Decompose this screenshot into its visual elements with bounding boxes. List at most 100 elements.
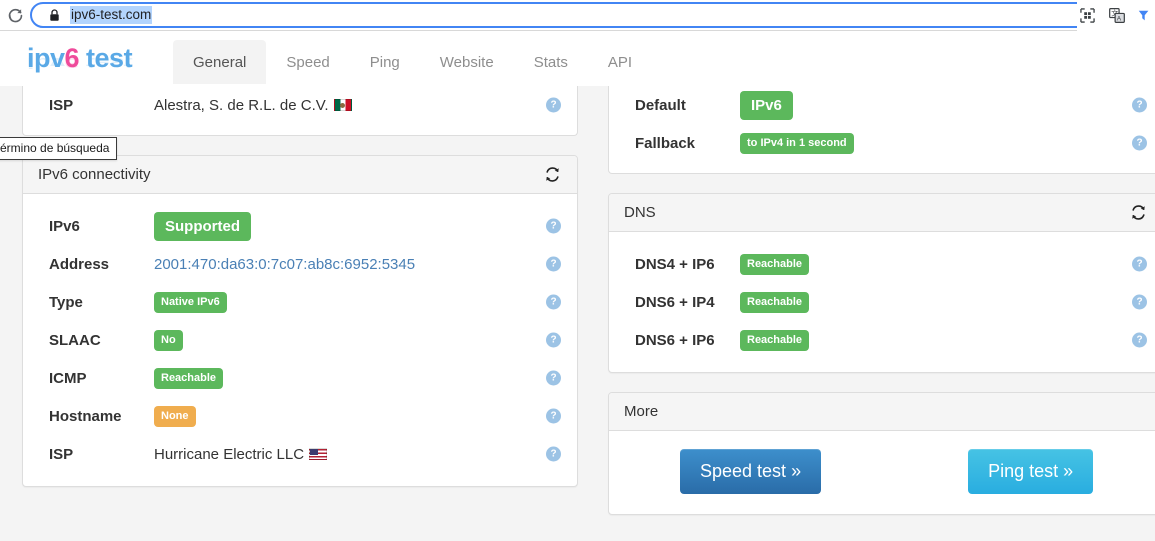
row-label: Address [49, 256, 154, 273]
help-icon[interactable]: ? [1132, 136, 1147, 151]
refresh-icon[interactable] [1129, 204, 1147, 222]
status-badge: to IPv4 in 1 second [740, 133, 854, 154]
help-icon[interactable]: ? [546, 219, 561, 234]
status-badge: No [154, 330, 183, 351]
status-badge: Reachable [154, 368, 223, 389]
row-value: 2001:470:da63:0:7c07:ab8c:6952:5345 [154, 256, 562, 273]
row-label: DNS6 + IP6 [635, 332, 740, 349]
translate-icon[interactable]: 文 A [1107, 6, 1127, 26]
help-icon[interactable]: ? [1132, 257, 1147, 272]
table-row: Type Native IPv6 ? [23, 283, 577, 321]
row-value: Alestra, S. de R.L. de C.V. [154, 97, 562, 114]
table-row: Default IPv6 ? [609, 86, 1155, 124]
flag-us-icon [309, 448, 327, 460]
translate-glyph: 文 A [1109, 8, 1125, 23]
lock-glyph [49, 9, 60, 22]
row-value: Reachable [740, 292, 1148, 313]
panel-body: IPv6 Supported ? Address 2001:470:da63:0… [23, 194, 577, 486]
help-icon[interactable]: ? [546, 295, 561, 310]
row-value: None [154, 406, 562, 427]
help-icon[interactable]: ? [546, 409, 561, 424]
help-icon[interactable]: ? [1132, 333, 1147, 348]
row-value: No [154, 330, 562, 351]
panel-title: DNS [624, 204, 656, 222]
table-row: Address 2001:470:da63:0:7c07:ab8c:6952:5… [23, 245, 577, 283]
table-row: Fallback to IPv4 in 1 second ? [609, 124, 1155, 162]
tab-general[interactable]: General [173, 40, 266, 84]
help-icon[interactable]: ? [1132, 295, 1147, 310]
address-bar[interactable]: ipv6-test.com [30, 2, 1149, 28]
browser-panel-partial: Default IPv6 ? Fallback to IPv4 in 1 sec… [608, 86, 1155, 174]
status-badge: Reachable [740, 292, 809, 313]
panel-body: Speed test » Ping test » [609, 431, 1155, 514]
logo-accent: 6 [65, 43, 80, 73]
more-panel: More Speed test » Ping test » [608, 392, 1155, 515]
row-value: IPv6 [740, 91, 1148, 120]
logo-prefix: ipv [27, 43, 65, 73]
table-row: ISP Alestra, S. de R.L. de C.V. ? [23, 86, 577, 124]
browser-toolbar-icons: 文 A [1077, 0, 1155, 31]
refresh-glyph [1130, 204, 1147, 221]
qr-code-glyph [1080, 8, 1095, 23]
refresh-icon[interactable] [543, 166, 561, 184]
tab-speed[interactable]: Speed [266, 40, 349, 84]
panel-header: DNS [609, 194, 1155, 232]
table-row: SLAAC No ? [23, 321, 577, 359]
row-value: Hurricane Electric LLC [154, 446, 562, 463]
page-root: ipv6-test.com 文 A [0, 0, 1155, 541]
row-label: ICMP [49, 370, 154, 387]
status-badge: Reachable [740, 330, 809, 351]
row-label: ISP [49, 446, 154, 463]
row-label: IPv6 [49, 218, 154, 235]
help-icon[interactable]: ? [546, 333, 561, 348]
row-value: Reachable [740, 254, 1148, 275]
status-badge: Supported [154, 212, 251, 241]
row-label: SLAAC [49, 332, 154, 349]
row-label: Fallback [635, 135, 740, 152]
table-row: DNS4 + IP6 Reachable ? [609, 245, 1155, 283]
table-row: IPv6 Supported ? [23, 207, 577, 245]
svg-text:A: A [1117, 15, 1122, 22]
site-header: ipv6 test ipv6 test General Speed Ping W… [0, 31, 1155, 86]
help-icon[interactable]: ? [546, 257, 561, 272]
status-badge: IPv6 [740, 91, 793, 120]
reload-glyph [7, 7, 24, 24]
ipv6-address-link[interactable]: 2001:470:da63:0:7c07:ab8c:6952:5345 [154, 256, 415, 273]
table-row: ISP Hurricane Electric LLC ? [23, 435, 577, 473]
pin-glyph [1137, 8, 1151, 24]
help-icon[interactable]: ? [546, 371, 561, 386]
ipv4-connectivity-panel-partial: ISP Alestra, S. de R.L. de C.V. ? [22, 86, 578, 136]
isp-name: Hurricane Electric LLC [154, 446, 304, 463]
ipv6-connectivity-panel: IPv6 connectivity IPv6 [22, 155, 578, 487]
status-badge: None [154, 406, 196, 427]
reload-icon[interactable] [0, 0, 30, 30]
row-value: Reachable [154, 368, 562, 389]
row-value: Reachable [740, 330, 1148, 351]
tab-stats[interactable]: Stats [514, 40, 588, 84]
tab-ping[interactable]: Ping [350, 40, 420, 84]
help-icon[interactable]: ? [1132, 98, 1147, 113]
table-row: DNS6 + IP6 Reachable ? [609, 321, 1155, 359]
help-icon[interactable]: ? [546, 98, 561, 113]
main-nav: General Speed Ping Website Stats API [173, 40, 652, 86]
panel-title: IPv6 connectivity [38, 166, 151, 184]
site-logo[interactable]: ipv6 test [27, 43, 132, 73]
extension-icon[interactable] [1137, 6, 1151, 26]
row-value: Native IPv6 [154, 292, 562, 313]
panel-header: More [609, 393, 1155, 431]
qr-code-icon[interactable] [1077, 6, 1097, 26]
help-icon[interactable]: ? [546, 447, 561, 462]
browser-toolbar: ipv6-test.com 文 A [0, 0, 1155, 31]
tab-api[interactable]: API [588, 40, 652, 84]
flag-mx-icon [334, 99, 352, 111]
right-column: Default IPv6 ? Fallback to IPv4 in 1 sec… [608, 86, 1155, 534]
speed-test-button[interactable]: Speed test » [680, 449, 821, 494]
panel-body: DNS4 + IP6 Reachable ? DNS6 + IP4 Reacha… [609, 232, 1155, 372]
address-bar-text[interactable]: ipv6-test.com [70, 6, 152, 24]
row-label: Hostname [49, 408, 154, 425]
tab-website[interactable]: Website [420, 40, 514, 84]
table-row: Hostname None ? [23, 397, 577, 435]
row-label: Type [49, 294, 154, 311]
ping-test-button[interactable]: Ping test » [968, 449, 1093, 494]
panel-header: IPv6 connectivity [23, 156, 577, 194]
